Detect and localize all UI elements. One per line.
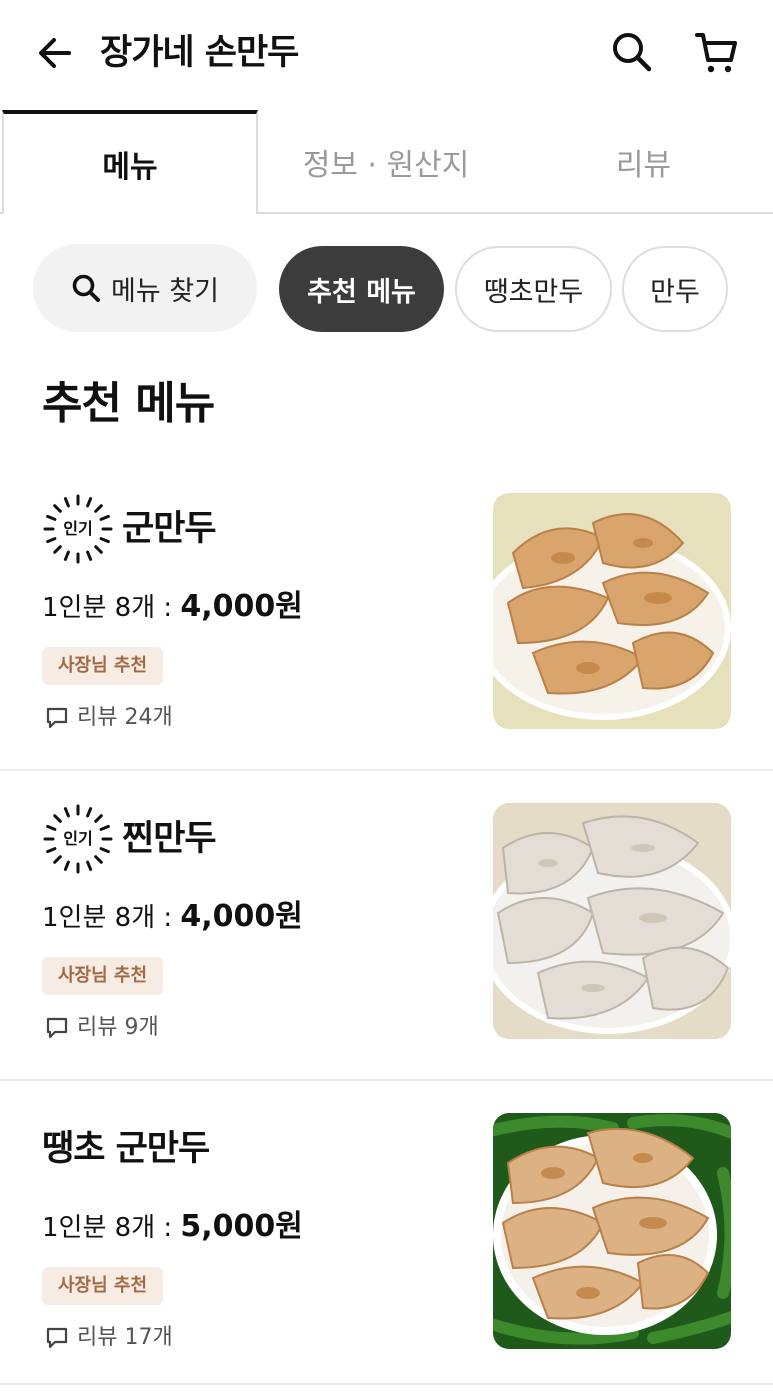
comment-icon bbox=[46, 1017, 68, 1039]
item-price: 1인분 8개 : 4,000원 bbox=[42, 895, 303, 939]
item-divider bbox=[0, 769, 773, 771]
item-price: 1인분 8개 : 4,000원 bbox=[42, 585, 303, 629]
popular-badge: 인기 bbox=[42, 493, 114, 565]
item-price-value: 5,000원 bbox=[180, 1209, 303, 1244]
item-price-value: 4,000원 bbox=[180, 899, 303, 934]
owner-recommend-badge: 사장님 추천 bbox=[42, 1267, 163, 1305]
menu-item[interactable]: 땡초 군만두 1인분 8개 : 5,000원 사장님 추천 리뷰 17개 bbox=[0, 1113, 773, 1385]
chip-recommended[interactable]: 추천 메뉴 bbox=[279, 246, 444, 332]
item-name: 찐만두 bbox=[122, 819, 217, 859]
chip-spicy-dumplings[interactable]: 땡초만두 bbox=[455, 246, 612, 332]
comment-icon bbox=[46, 1327, 68, 1349]
item-name: 땡초 군만두 bbox=[42, 1129, 210, 1169]
menu-item[interactable]: 인기 군만두 1인분 8개 : 4,000원 사장님 추천 리뷰 24개 bbox=[0, 493, 773, 771]
item-name: 군만두 bbox=[122, 509, 217, 549]
search-icon bbox=[72, 274, 101, 302]
item-review-count: 리뷰 17개 bbox=[77, 1325, 173, 1350]
item-price: 1인분 8개 : 5,000원 bbox=[42, 1205, 303, 1249]
item-photo[interactable] bbox=[493, 493, 731, 729]
owner-recommend-badge: 사장님 추천 bbox=[42, 647, 163, 685]
menu-filter-bar: 메뉴 찾기 추천 메뉴 땡초만두 만두 bbox=[0, 244, 773, 334]
store-title: 장가네 손만두 bbox=[100, 33, 299, 73]
item-review-count: 리뷰 24개 bbox=[77, 705, 173, 730]
search-button[interactable] bbox=[606, 26, 658, 78]
item-portion: 1인분 8개 : bbox=[42, 903, 181, 933]
search-icon bbox=[613, 33, 652, 72]
item-portion: 1인분 8개 : bbox=[42, 593, 181, 623]
popular-label: 인기 bbox=[63, 519, 93, 538]
menu-item[interactable]: 인기 찐만두 1인분 8개 : 4,000원 사장님 추천 리뷰 9개 bbox=[0, 803, 773, 1081]
tab-info-origin[interactable]: 정보 · 원산지 bbox=[258, 110, 514, 214]
item-divider bbox=[0, 1079, 773, 1081]
tab-reviews[interactable]: 리뷰 bbox=[514, 110, 773, 214]
item-divider bbox=[0, 1383, 773, 1385]
back-button[interactable] bbox=[30, 28, 80, 78]
fried-dumplings-image bbox=[493, 493, 731, 729]
chip-dumplings[interactable]: 만두 bbox=[622, 246, 728, 332]
arrow-left-icon bbox=[39, 38, 71, 68]
popular-badge: 인기 bbox=[42, 803, 114, 875]
comment-icon bbox=[46, 707, 68, 729]
item-price-value: 4,000원 bbox=[180, 589, 303, 624]
popular-label: 인기 bbox=[63, 829, 93, 848]
spicy-fried-dumplings-image bbox=[493, 1113, 731, 1349]
tab-menu[interactable]: 메뉴 bbox=[2, 110, 258, 214]
owner-recommend-badge: 사장님 추천 bbox=[42, 957, 163, 995]
item-reviews: 리뷰 9개 bbox=[45, 1011, 159, 1045]
menu-search-button[interactable]: 메뉴 찾기 bbox=[33, 244, 257, 332]
cart-button[interactable] bbox=[690, 26, 744, 78]
steamed-dumplings-image bbox=[493, 803, 731, 1039]
item-reviews: 리뷰 17개 bbox=[45, 1321, 173, 1355]
item-review-count: 리뷰 9개 bbox=[77, 1015, 159, 1040]
item-photo[interactable] bbox=[493, 1113, 731, 1349]
menu-search-label: 메뉴 찾기 bbox=[111, 275, 219, 307]
item-reviews: 리뷰 24개 bbox=[45, 701, 173, 735]
section-title: 추천 메뉴 bbox=[42, 378, 215, 429]
item-photo[interactable] bbox=[493, 803, 731, 1039]
app-header: 장가네 손만두 bbox=[0, 0, 773, 110]
item-portion: 1인분 8개 : bbox=[42, 1213, 181, 1243]
store-tabs: 메뉴 정보 · 원산지 리뷰 bbox=[0, 110, 773, 214]
cart-icon bbox=[695, 33, 737, 73]
